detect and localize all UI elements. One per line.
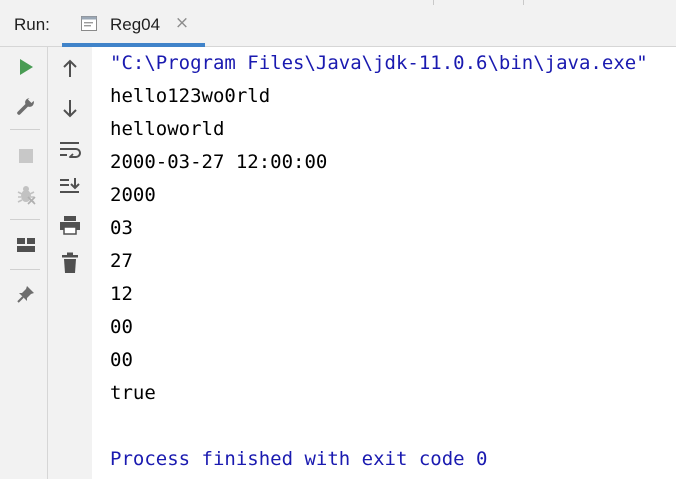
console-window-icon <box>81 16 97 31</box>
console-line: 03 <box>110 217 133 239</box>
trash-icon[interactable] <box>56 249 84 277</box>
console-line: helloworld <box>110 118 225 140</box>
console-line: 00 <box>110 316 133 338</box>
toolbar-separator <box>10 219 40 220</box>
console-line: 2000-03-27 12:00:00 <box>110 151 328 173</box>
console-line: 27 <box>110 250 133 272</box>
console-line: hello123wo0rld <box>110 85 271 107</box>
arrow-down-icon[interactable] <box>56 94 84 122</box>
tab-label: Reg04 <box>110 15 161 34</box>
pin-icon[interactable] <box>12 280 40 308</box>
close-icon[interactable]: × <box>174 14 190 32</box>
run-toolbar-left <box>0 47 48 479</box>
arrow-up-icon[interactable] <box>56 55 84 83</box>
console-line: 00 <box>110 349 133 371</box>
console-line: true <box>110 382 156 404</box>
stop-icon[interactable] <box>12 142 40 170</box>
toolbar-separator <box>10 269 40 270</box>
toolbar-separator <box>10 129 40 130</box>
process-exit-message: Process finished with exit code 0 <box>110 448 488 470</box>
print-icon[interactable] <box>56 211 84 239</box>
debug-disabled-icon[interactable] <box>12 181 40 209</box>
soft-wrap-icon[interactable] <box>56 135 84 163</box>
console-output[interactable]: "C:\Program Files\Java\jdk-11.0.6\bin\ja… <box>92 47 676 479</box>
run-toolbar-right <box>48 47 92 479</box>
console-line: 12 <box>110 283 133 305</box>
run-panel-header: Run: Reg04 × <box>0 5 676 47</box>
scroll-to-end-icon[interactable] <box>56 172 84 200</box>
run-icon[interactable] <box>12 53 40 81</box>
console-line: 2000 <box>110 184 156 206</box>
tab-reg04[interactable]: Reg04 × <box>62 5 205 47</box>
wrench-icon[interactable] <box>12 92 40 120</box>
run-label: Run: <box>14 15 50 34</box>
layout-icon[interactable] <box>12 231 40 259</box>
console-command-line: "C:\Program Files\Java\jdk-11.0.6\bin\ja… <box>110 52 648 74</box>
